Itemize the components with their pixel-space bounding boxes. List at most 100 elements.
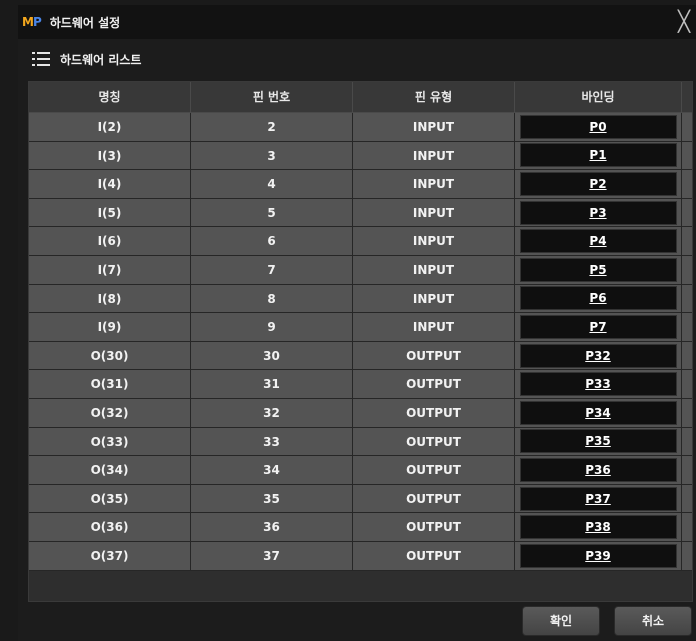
cell-binding: P37 bbox=[515, 484, 682, 513]
cell-pin-number: 33 bbox=[191, 427, 353, 456]
list-icon bbox=[32, 52, 50, 66]
table-row[interactable]: I(3) 3 INPUT P1 bbox=[29, 141, 692, 171]
cell-binding: P0 bbox=[515, 113, 682, 141]
table-row[interactable]: O(33) 33 OUTPUT P35 bbox=[29, 427, 692, 457]
cell-binding: P33 bbox=[515, 370, 682, 398]
window-title: 하드웨어 설정 bbox=[49, 15, 121, 30]
section-header: 하드웨어 리스트 bbox=[18, 39, 696, 79]
cell-pin-number: 2 bbox=[191, 113, 353, 141]
cell-binding: P32 bbox=[515, 341, 682, 370]
table-row[interactable]: I(9) 9 INPUT P7 bbox=[29, 313, 692, 342]
cell-name: I(9) bbox=[29, 313, 191, 341]
cell-name: O(31) bbox=[29, 370, 191, 398]
binding-button[interactable]: P3 bbox=[519, 200, 677, 225]
cell-pin-number: 9 bbox=[191, 313, 353, 341]
binding-button[interactable]: P4 bbox=[519, 229, 677, 254]
cell-name: O(34) bbox=[29, 456, 191, 484]
cell-pin-number: 32 bbox=[191, 398, 353, 427]
cell-binding: P1 bbox=[515, 141, 682, 170]
cell-pin-number: 4 bbox=[191, 170, 353, 198]
cell-name: O(37) bbox=[29, 541, 191, 570]
hardware-table: 명칭 핀 번호 핀 유형 바인딩 I(2) 2 INPUT P0 I(3) 3 INPUT P… bbox=[28, 81, 693, 602]
header-name[interactable]: 명칭 bbox=[29, 82, 191, 112]
cell-pin-number: 5 bbox=[191, 198, 353, 227]
cell-name: I(4) bbox=[29, 170, 191, 198]
table-row[interactable]: I(6) 6 INPUT P4 bbox=[29, 227, 692, 256]
table-row[interactable]: O(34) 34 OUTPUT P36 bbox=[29, 456, 692, 485]
table-row[interactable]: I(7) 7 INPUT P5 bbox=[29, 255, 692, 285]
binding-button[interactable]: P7 bbox=[519, 314, 677, 339]
cell-pin-type: INPUT bbox=[353, 284, 515, 313]
cell-name: I(8) bbox=[29, 284, 191, 313]
cell-pin-number: 3 bbox=[191, 141, 353, 170]
cell-pin-number: 8 bbox=[191, 284, 353, 313]
header-binding[interactable]: 바인딩 bbox=[515, 82, 682, 112]
table-row[interactable]: O(32) 32 OUTPUT P34 bbox=[29, 398, 692, 428]
binding-button[interactable]: P37 bbox=[519, 486, 677, 511]
cell-pin-number: 30 bbox=[191, 341, 353, 370]
table-row[interactable]: O(35) 35 OUTPUT P37 bbox=[29, 484, 692, 514]
table-row[interactable]: O(30) 30 OUTPUT P32 bbox=[29, 341, 692, 371]
ok-button[interactable]: 확인 bbox=[522, 606, 600, 636]
cell-pin-type: INPUT bbox=[353, 255, 515, 284]
cell-pin-type: OUTPUT bbox=[353, 456, 515, 484]
cell-name: I(5) bbox=[29, 198, 191, 227]
binding-button[interactable]: P1 bbox=[519, 143, 677, 168]
cell-name: I(6) bbox=[29, 227, 191, 255]
cell-binding: P36 bbox=[515, 456, 682, 484]
cell-name: O(32) bbox=[29, 398, 191, 427]
binding-button[interactable]: P2 bbox=[519, 171, 677, 196]
logo-p: P bbox=[32, 15, 42, 29]
binding-button[interactable]: P34 bbox=[519, 400, 677, 425]
cell-name: O(35) bbox=[29, 484, 191, 513]
binding-button[interactable]: P39 bbox=[519, 543, 677, 568]
binding-button[interactable]: P38 bbox=[519, 515, 677, 540]
title-bar: M P 하드웨어 설정 ╳ bbox=[18, 5, 696, 39]
table-row[interactable]: O(36) 36 OUTPUT P38 bbox=[29, 513, 692, 542]
cancel-button[interactable]: 취소 bbox=[614, 606, 692, 636]
cell-pin-type: INPUT bbox=[353, 313, 515, 341]
cell-name: I(3) bbox=[29, 141, 191, 170]
app-logo: M P bbox=[22, 15, 42, 29]
cell-pin-type: OUTPUT bbox=[353, 370, 515, 398]
cell-name: O(33) bbox=[29, 427, 191, 456]
cell-binding: P2 bbox=[515, 170, 682, 198]
cell-name: I(2) bbox=[29, 113, 191, 141]
cell-binding: P3 bbox=[515, 198, 682, 227]
cell-binding: P34 bbox=[515, 398, 682, 427]
binding-button[interactable]: P0 bbox=[519, 114, 677, 139]
table-header: 명칭 핀 번호 핀 유형 바인딩 bbox=[29, 82, 692, 113]
cell-binding: P6 bbox=[515, 284, 682, 313]
table-row[interactable]: I(4) 4 INPUT P2 bbox=[29, 170, 692, 199]
header-pin-number[interactable]: 핀 번호 bbox=[191, 82, 353, 112]
cell-pin-type: OUTPUT bbox=[353, 398, 515, 427]
cell-binding: P4 bbox=[515, 227, 682, 255]
logo-m: M bbox=[22, 15, 34, 29]
table-row[interactable]: I(8) 8 INPUT P6 bbox=[29, 284, 692, 314]
hardware-settings-window: M P 하드웨어 설정 ╳ 하드웨어 리스트 명칭 핀 번호 핀 유형 바인딩 … bbox=[18, 5, 696, 641]
binding-button[interactable]: P33 bbox=[519, 372, 677, 397]
cell-binding: P39 bbox=[515, 541, 682, 570]
cell-pin-number: 37 bbox=[191, 541, 353, 570]
binding-button[interactable]: P35 bbox=[519, 429, 677, 454]
cell-pin-type: INPUT bbox=[353, 170, 515, 198]
table-row[interactable]: O(31) 31 OUTPUT P33 bbox=[29, 370, 692, 399]
binding-button[interactable]: P32 bbox=[519, 343, 677, 368]
close-icon[interactable]: ╳ bbox=[678, 10, 696, 32]
cell-name: O(36) bbox=[29, 513, 191, 541]
table-row[interactable]: O(37) 37 OUTPUT P39 bbox=[29, 541, 692, 571]
table-body: I(2) 2 INPUT P0 I(3) 3 INPUT P1 I(4) 4 INPUT P2 I(5)… bbox=[29, 113, 692, 571]
table-row[interactable]: I(5) 5 INPUT P3 bbox=[29, 198, 692, 228]
cell-binding: P35 bbox=[515, 427, 682, 456]
cell-pin-number: 36 bbox=[191, 513, 353, 541]
header-pin-type[interactable]: 핀 유형 bbox=[353, 82, 515, 112]
section-title: 하드웨어 리스트 bbox=[60, 52, 142, 67]
cell-pin-number: 31 bbox=[191, 370, 353, 398]
binding-button[interactable]: P36 bbox=[519, 457, 677, 482]
binding-button[interactable]: P5 bbox=[519, 257, 677, 282]
cell-pin-type: OUTPUT bbox=[353, 427, 515, 456]
table-row[interactable]: I(2) 2 INPUT P0 bbox=[29, 113, 692, 142]
cell-pin-type: OUTPUT bbox=[353, 484, 515, 513]
binding-button[interactable]: P6 bbox=[519, 286, 677, 311]
cell-binding: P38 bbox=[515, 513, 682, 541]
